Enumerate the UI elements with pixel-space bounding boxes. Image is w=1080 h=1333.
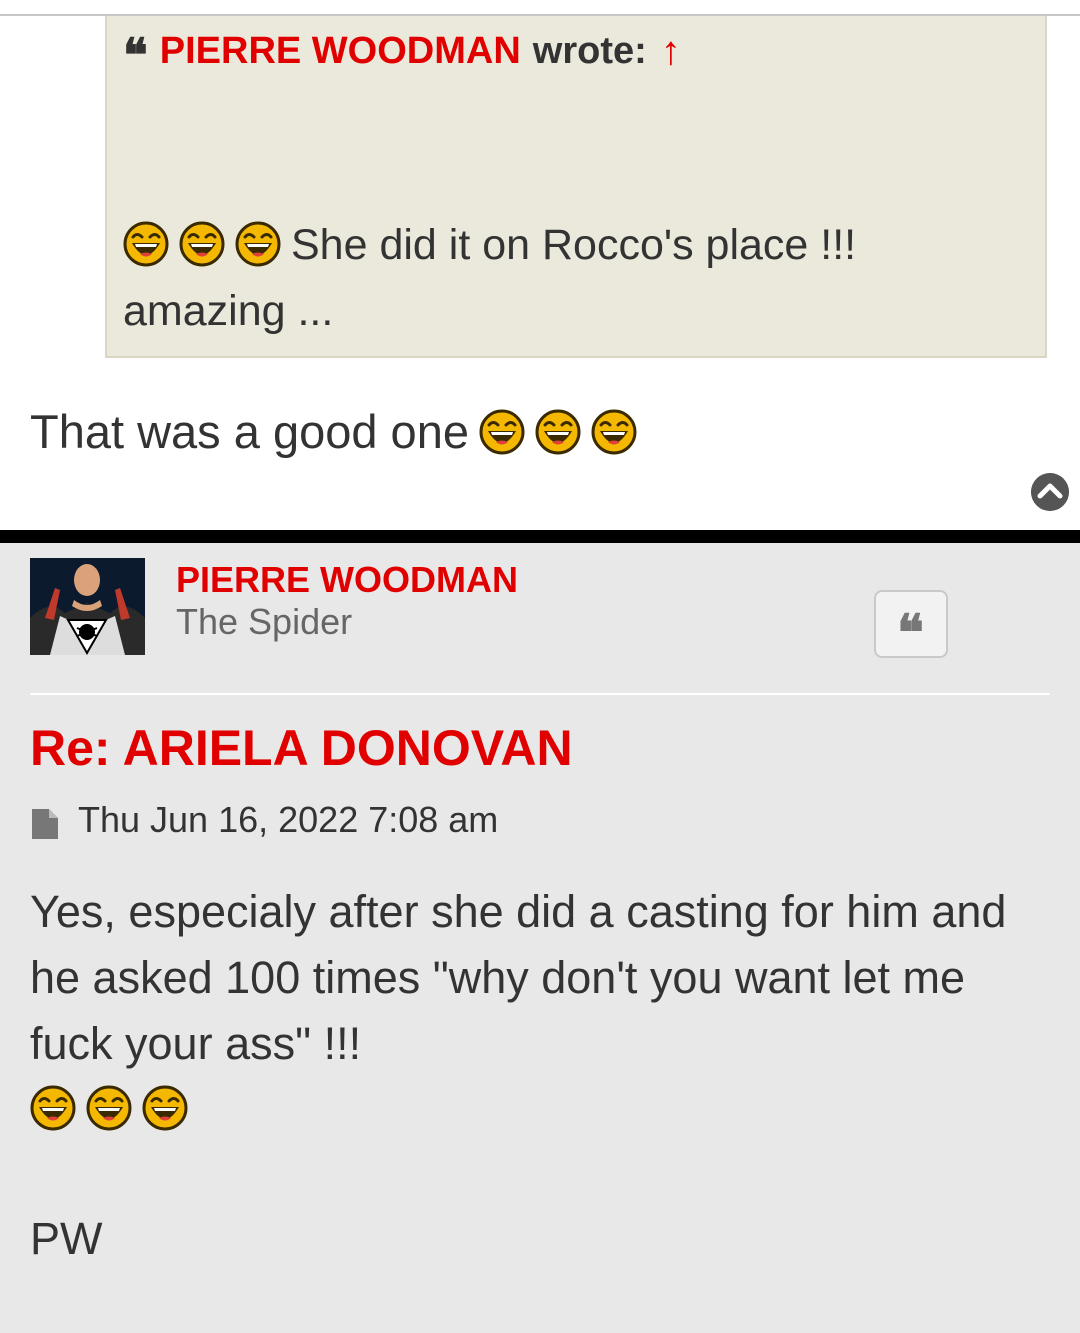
quote-author-link[interactable]: PIERRE WOODMAN (160, 30, 521, 73)
top-edge-bar (0, 0, 1080, 16)
avatar[interactable] (30, 558, 145, 655)
laughing-smiley-icon (591, 409, 637, 455)
laughing-smiley-icon (86, 1085, 132, 1131)
post-divider (0, 530, 1080, 543)
quote-source-arrow-icon[interactable]: ↑ (661, 29, 681, 74)
laughing-smiley-icon (235, 221, 281, 267)
post-date: Thu Jun 16, 2022 7:08 am (78, 799, 499, 840)
quote-text-line1: She did it on Rocco's place !!! (291, 221, 857, 269)
quote-header: ❝ PIERRE WOODMAN wrote: ↑ (123, 24, 681, 82)
laughing-smiley-icon (123, 221, 169, 267)
quote-icon: ❝ (897, 602, 924, 662)
post-body: Yes, especialy after she did a casting f… (30, 886, 1007, 1069)
quote-block: ❝ PIERRE WOODMAN wrote: ↑ She did it on … (105, 16, 1047, 358)
laughing-smiley-icon (179, 221, 225, 267)
quote-reply-button[interactable]: ❝ (874, 590, 948, 662)
laughing-smiley-icon (142, 1085, 188, 1131)
reply-text: That was a good one (30, 404, 637, 459)
post-title[interactable]: Re: ARIELA DONOVAN (30, 719, 573, 777)
laughing-smiley-icon (535, 409, 581, 455)
file-icon[interactable] (30, 807, 60, 841)
post-signature: PW (30, 1213, 103, 1264)
quote-text: She did it on Rocco's place !!! amazing … (123, 212, 1023, 344)
post-author-rank: The Spider (176, 601, 353, 642)
post-date-row: Thu Jun 16, 2022 7:08 am (30, 799, 498, 841)
post-smileys (30, 1085, 198, 1131)
post: PIERRE WOODMAN The Spider ❝ Re: ARIELA D… (0, 543, 1080, 1333)
reply-text-content: That was a good one (30, 405, 469, 458)
laughing-smiley-icon (479, 409, 525, 455)
quote-wrote-label: wrote: (532, 29, 647, 72)
post-author-name[interactable]: PIERRE WOODMAN (176, 559, 518, 601)
quote-text-line2: amazing ... (123, 287, 334, 335)
laughing-smiley-icon (30, 1085, 76, 1131)
quote-mark-icon: ❝ (123, 28, 148, 82)
previous-post: ❝ PIERRE WOODMAN wrote: ↑ She did it on … (0, 16, 1080, 530)
post-header-separator (30, 693, 1050, 695)
back-to-top-button[interactable] (1031, 473, 1069, 511)
